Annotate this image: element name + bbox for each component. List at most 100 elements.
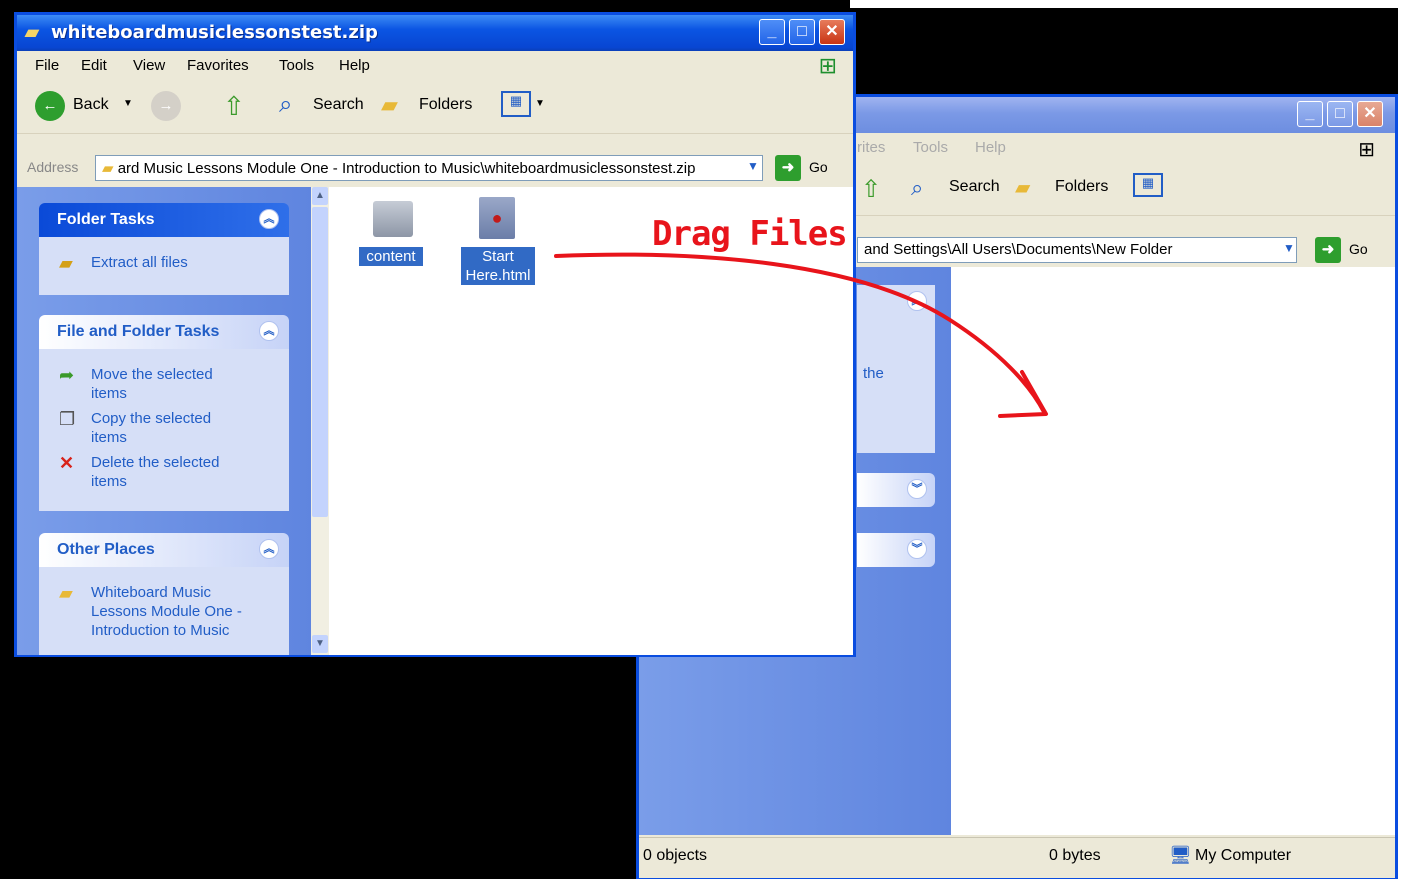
collapse-icon[interactable]: ︽	[907, 291, 927, 311]
search-icon[interactable]: ⌕	[911, 175, 923, 201]
copy-selected-link[interactable]: Copy the selected items	[91, 409, 241, 447]
windows-logo-icon: ⊞	[1358, 139, 1375, 161]
chevron-down-icon[interactable]: ▼	[123, 98, 133, 109]
file-name: Start Here.html	[461, 247, 535, 285]
front-menubar: File Edit View Favorites Tools Help ⊞	[17, 51, 853, 82]
desktop-white-edge	[1398, 0, 1405, 879]
menu-help[interactable]: Help	[339, 57, 370, 74]
folder-icon: ▰	[59, 583, 73, 603]
minimize-button[interactable]: _	[1297, 101, 1323, 127]
menu-help[interactable]: Help	[975, 139, 1006, 156]
folder-icon	[373, 201, 413, 237]
status-location: My Computer	[1195, 847, 1292, 864]
address-value: ard Music Lessons Module One - Introduct…	[117, 160, 696, 177]
other-places-panel: Other Places ︽ ▰ Whiteboard Music Lesson…	[39, 533, 289, 655]
folder-tasks-title: Folder Tasks	[57, 211, 155, 228]
back-content-area[interactable]	[951, 267, 1395, 835]
front-window-titlebar[interactable]: ▰ whiteboardmusiclessonstest.zip _ □ ✕	[17, 15, 853, 51]
other-places-header[interactable]: Other Places ︽	[39, 533, 289, 567]
search-button[interactable]: Search	[949, 178, 1000, 196]
folder-tasks-body: ▰ Extract all files	[39, 237, 289, 295]
menu-favorites[interactable]: Favorites	[187, 57, 249, 74]
html-file-icon: ●	[479, 197, 515, 239]
front-task-pane: Folder Tasks ︽ ▰ Extract all files File …	[17, 187, 311, 655]
menu-tools[interactable]: Tools	[279, 57, 314, 74]
move-selected-link[interactable]: Move the selected items	[91, 365, 241, 403]
file-tasks-title: File and Folder Tasks	[57, 323, 220, 340]
up-folder-icon[interactable]: ⇧	[861, 175, 881, 204]
menu-view[interactable]: View	[133, 57, 165, 74]
file-tasks-panel: File and Folder Tasks ︽ ➦ Move the selec…	[39, 315, 289, 511]
back-statusbar: 0 objects 0 bytes 🖥 My Computer	[639, 837, 1395, 878]
chevron-down-icon[interactable]: ▼	[747, 159, 759, 173]
close-button[interactable]: ✕	[1357, 101, 1383, 127]
back-button[interactable]: Back	[73, 96, 109, 114]
maximize-button[interactable]: □	[1327, 101, 1353, 127]
desktop-white-area	[850, 0, 1405, 8]
menu-file[interactable]: File	[35, 57, 59, 74]
go-button[interactable]: Go	[1349, 241, 1368, 257]
front-content-area[interactable]: content ● Start Here.html	[329, 187, 853, 655]
views-icon[interactable]: ▦	[501, 91, 531, 117]
window-title: whiteboardmusiclessonstest.zip	[51, 22, 378, 43]
other-places-body: ▰ Whiteboard Music Lessons Module One - …	[39, 567, 289, 655]
other-place-link[interactable]: Whiteboard Music Lessons Module One - In…	[91, 583, 261, 640]
scroll-down-icon[interactable]: ▼	[312, 635, 328, 653]
close-button[interactable]: ✕	[819, 19, 845, 45]
file-item-content[interactable]: content	[359, 197, 429, 277]
back-arrow-icon[interactable]: ←	[35, 91, 65, 121]
menu-edit[interactable]: Edit	[81, 57, 107, 74]
file-item-start-here[interactable]: ● Start Here.html	[459, 193, 539, 293]
views-icon[interactable]: ▦	[1133, 173, 1163, 197]
windows-logo-icon: ⊞	[818, 53, 837, 78]
collapse-icon[interactable]: ︽	[259, 539, 279, 559]
status-size: 0 bytes	[1049, 847, 1101, 864]
go-arrow-icon[interactable]: ➜	[775, 155, 801, 181]
move-icon: ➦	[59, 365, 75, 385]
folders-button[interactable]: Folders	[1055, 178, 1108, 196]
chevron-down-icon[interactable]: ▼	[1283, 241, 1295, 255]
search-icon[interactable]: ⌕	[279, 91, 292, 119]
back-panel-2: ︾	[857, 473, 935, 507]
go-arrow-icon[interactable]: ➜	[1315, 237, 1341, 263]
file-name: content	[359, 247, 423, 266]
scroll-up-icon[interactable]: ▲	[312, 187, 328, 205]
go-button[interactable]: Go	[809, 159, 828, 175]
expand-icon[interactable]: ︾	[907, 539, 927, 559]
folders-icon[interactable]: ▰	[1015, 175, 1030, 200]
back-panel-1: ︽ the	[857, 285, 935, 453]
extract-all-files-link[interactable]: Extract all files	[91, 253, 188, 272]
search-button[interactable]: Search	[313, 96, 364, 114]
address-field[interactable]: ▰ ard Music Lessons Module One - Introdu…	[95, 155, 763, 181]
address-label: Address	[27, 159, 79, 175]
delete-icon: ✕	[59, 453, 75, 473]
front-addressbar: Address ▰ ard Music Lessons Module One -…	[17, 151, 853, 185]
file-tasks-header[interactable]: File and Folder Tasks ︽	[39, 315, 289, 349]
folders-button[interactable]: Folders	[419, 96, 472, 114]
other-places-title: Other Places	[57, 541, 155, 558]
folders-icon[interactable]: ▰	[381, 92, 398, 118]
scroll-thumb[interactable]	[312, 207, 328, 517]
collapse-icon[interactable]: ︽	[259, 321, 279, 341]
delete-selected-link[interactable]: Delete the selected items	[91, 453, 241, 491]
front-explorer-window[interactable]: ▰ whiteboardmusiclessonstest.zip _ □ ✕ F…	[14, 12, 856, 657]
computer-icon: 🖥	[1169, 845, 1192, 865]
folder-tasks-header[interactable]: Folder Tasks ︽	[39, 203, 289, 237]
extract-icon: ▰	[59, 253, 73, 273]
status-objects: 0 objects	[643, 847, 708, 864]
front-toolbar: ← Back ▼ → ⇧ ⌕ Search ▰ Folders ▦ ▼	[17, 81, 853, 134]
menu-favorites[interactable]: rites	[857, 139, 885, 156]
chevron-down-icon[interactable]: ▼	[535, 98, 545, 109]
task-pane-scrollbar[interactable]: ▲ ▼	[311, 187, 329, 655]
expand-icon[interactable]: ︾	[907, 479, 927, 499]
menu-tools[interactable]: Tools	[913, 139, 948, 156]
collapse-icon[interactable]: ︽	[259, 209, 279, 229]
maximize-button[interactable]: □	[789, 19, 815, 45]
copy-icon: ❐	[59, 409, 76, 429]
minimize-button[interactable]: _	[759, 19, 785, 45]
back-panel-3: ︾	[857, 533, 935, 567]
up-folder-icon[interactable]: ⇧	[223, 91, 245, 122]
forward-arrow-icon[interactable]: →	[151, 91, 181, 121]
back-address-field[interactable]: and Settings\All Users\Documents\New Fol…	[857, 237, 1297, 263]
task-fragment[interactable]: the	[863, 365, 884, 382]
